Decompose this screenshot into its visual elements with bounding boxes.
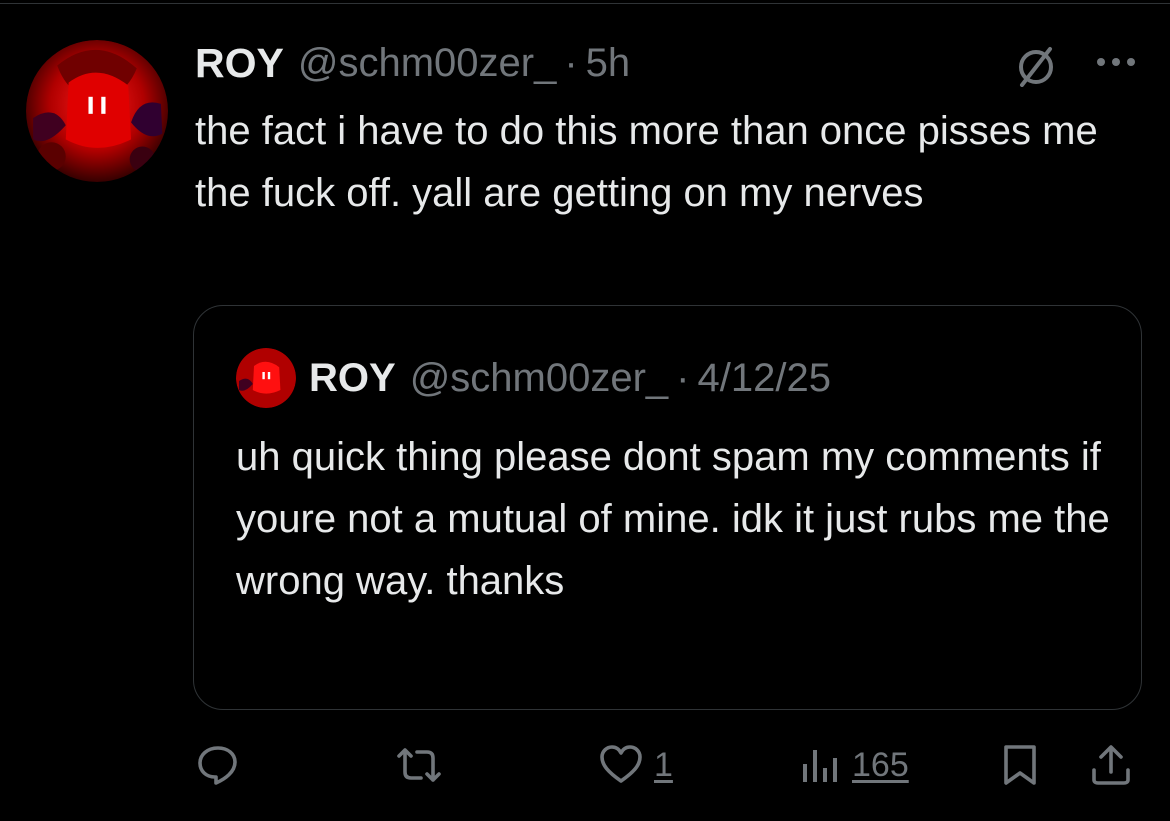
like-button[interactable]: 1 (598, 735, 673, 795)
separator-dot: · (564, 40, 578, 85)
more-icon[interactable] (1093, 52, 1139, 72)
quoted-timestamp: 4/12/25 (697, 355, 831, 400)
quoted-tweet[interactable]: ROY @schm00zer_ · 4/12/25 uh quick thing… (193, 305, 1142, 710)
views-button[interactable]: 165 (800, 735, 909, 795)
tweet-header: ROY @schm00zer_ · 5h (195, 40, 630, 86)
retweet-button[interactable] (393, 735, 445, 795)
timestamp[interactable]: 5h (586, 41, 631, 86)
reply-icon (198, 746, 237, 785)
quoted-avatar (236, 348, 296, 408)
like-count: 1 (654, 745, 673, 784)
avatar[interactable] (26, 40, 168, 182)
reply-button[interactable] (195, 735, 241, 795)
avatar-image (26, 40, 168, 182)
quoted-header: ROY @schm00zer_ · 4/12/25 (309, 352, 831, 404)
quoted-separator-dot: · (676, 355, 690, 400)
author-name[interactable]: ROY (195, 40, 284, 87)
share-icon (1092, 745, 1130, 785)
quoted-author-name: ROY (309, 355, 396, 400)
views-icon (803, 750, 837, 782)
retweet-icon (397, 748, 441, 782)
quoted-author-handle: @schm00zer_ (409, 355, 669, 400)
no-entry-icon[interactable] (1014, 43, 1058, 87)
quoted-text: uh quick thing please dont spam my comme… (236, 435, 1110, 603)
top-divider (0, 3, 1170, 4)
tweet-text: the fact i have to do this more than onc… (195, 109, 1098, 215)
bookmark-icon (1004, 745, 1036, 785)
views-count: 165 (852, 745, 909, 784)
like-icon (600, 745, 642, 783)
bookmark-button[interactable] (1000, 735, 1040, 795)
action-bar: 1 165 (0, 735, 1170, 795)
quoted-avatar-image (236, 348, 296, 408)
share-button[interactable] (1088, 735, 1134, 795)
author-handle[interactable]: @schm00zer_ (298, 41, 556, 86)
